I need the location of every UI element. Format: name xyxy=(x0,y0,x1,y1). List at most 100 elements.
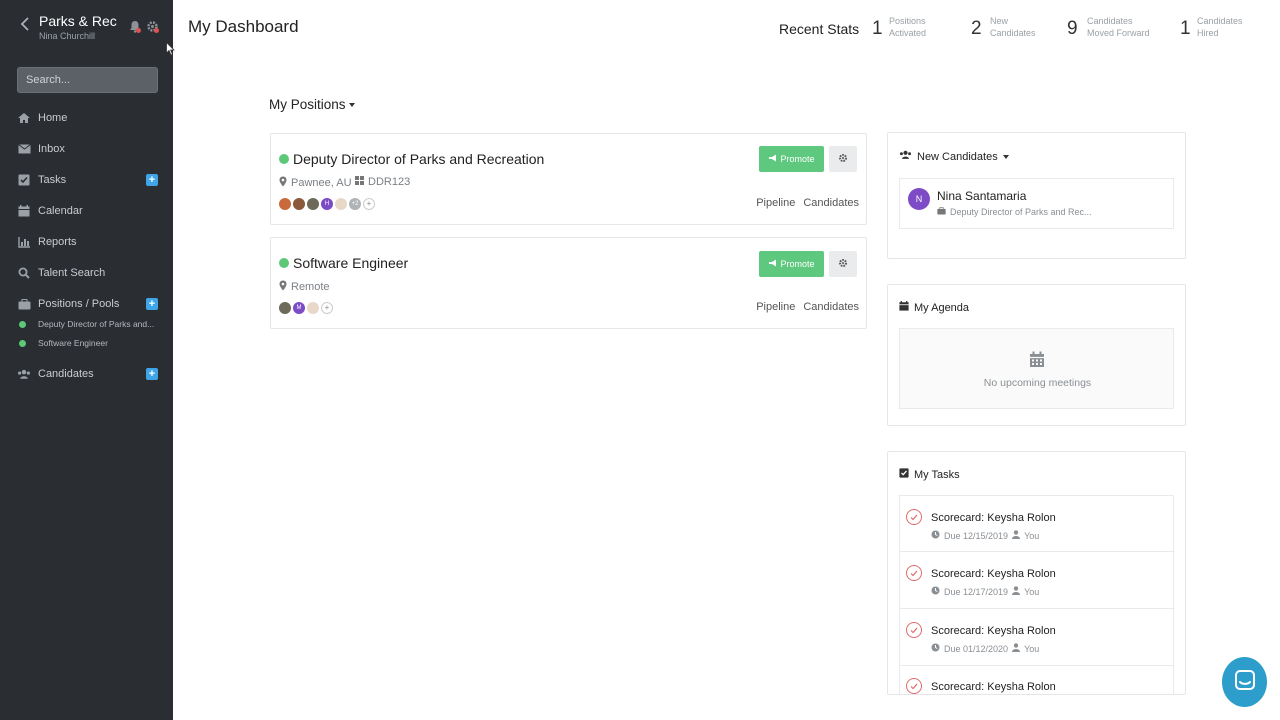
nav-reports[interactable]: Reports xyxy=(0,230,173,254)
nav-home[interactable]: Home xyxy=(0,106,173,130)
position-title[interactable]: Deputy Director of Parks and Recreation xyxy=(293,151,544,167)
sidebar: Parks & Rec Nina Churchill Home Inbox Ta… xyxy=(0,0,173,720)
promote-button[interactable]: Promote xyxy=(759,146,824,172)
position-settings-button[interactable] xyxy=(829,251,857,277)
task-owner: You xyxy=(1024,586,1040,597)
nav-label: Positions / Pools xyxy=(38,298,120,310)
chat-launcher-button[interactable] xyxy=(1222,657,1267,707)
active-status-dot xyxy=(19,321,26,328)
nav-label: Reports xyxy=(38,236,77,248)
nav-label: Candidates xyxy=(38,368,94,380)
gear-icon xyxy=(838,150,848,168)
stat-moved-forward-label: Candidates Moved Forward xyxy=(1087,16,1150,38)
tasks-heading: My Tasks xyxy=(899,468,960,481)
add-task-button[interactable]: + xyxy=(146,174,158,186)
user-icon xyxy=(1012,530,1021,541)
position-title[interactable]: Software Engineer xyxy=(293,255,408,271)
complete-task-check-icon[interactable] xyxy=(906,622,922,638)
active-status-dot xyxy=(279,154,289,164)
task-meta: Due 12/15/2019 You xyxy=(931,530,1039,541)
tasks-title: My Tasks xyxy=(914,468,960,481)
grid-icon xyxy=(355,176,364,188)
megaphone-icon xyxy=(768,154,777,164)
agenda-panel: My Agenda No upcoming meetings xyxy=(887,284,1186,426)
avatar[interactable]: H xyxy=(321,198,333,210)
position-settings-button[interactable] xyxy=(829,146,857,172)
sidebar-position-deputy-director[interactable]: Deputy Director of Parks and... xyxy=(0,317,173,333)
sub-label: Deputy Director of Parks and... xyxy=(38,319,155,329)
add-avatar-button[interactable]: + xyxy=(321,302,333,314)
task-owner: You xyxy=(1024,530,1040,541)
pipeline-link[interactable]: Pipeline xyxy=(756,197,795,209)
nav-talent-search[interactable]: Talent Search xyxy=(0,261,173,285)
avatar[interactable] xyxy=(307,302,319,314)
bell-icon[interactable] xyxy=(129,20,141,38)
home-icon xyxy=(17,111,31,125)
candidate-item[interactable]: N Nina Santamaria Deputy Director of Par… xyxy=(899,178,1174,229)
promote-label: Promote xyxy=(780,154,815,164)
complete-task-check-icon[interactable] xyxy=(906,678,922,694)
avatar[interactable] xyxy=(279,198,291,210)
candidates-link[interactable]: Candidates xyxy=(803,301,859,313)
task-item[interactable]: Scorecard: Keysha Rolon Due 12/17/2019 Y… xyxy=(899,552,1174,609)
map-marker-icon xyxy=(279,280,287,294)
task-item[interactable]: Scorecard: Keysha Rolon Due 01/12/2020 Y… xyxy=(899,609,1174,666)
tasks-panel: My Tasks Scorecard: Keysha Rolon Due 12/… xyxy=(887,451,1186,695)
task-title[interactable]: Scorecard: Keysha Rolon xyxy=(931,512,1056,524)
nav-label: Talent Search xyxy=(38,267,106,279)
complete-task-check-icon[interactable] xyxy=(906,509,922,525)
avatar[interactable] xyxy=(307,198,319,210)
candidate-avatars: M + xyxy=(279,302,333,314)
task-due: Due 01/12/2020 xyxy=(944,643,1009,654)
task-item[interactable]: Scorecard: Keysha Rolon xyxy=(899,665,1174,694)
active-status-dot xyxy=(279,258,289,268)
add-avatar-button[interactable]: + xyxy=(363,198,375,210)
avatar[interactable]: M xyxy=(293,302,305,314)
avatar[interactable] xyxy=(293,198,305,210)
nav-calendar[interactable]: Calendar xyxy=(0,199,173,223)
add-candidate-button[interactable]: + xyxy=(146,368,158,380)
back-chevron-icon[interactable] xyxy=(20,17,30,36)
add-position-button[interactable]: + xyxy=(146,298,158,310)
task-title[interactable]: Scorecard: Keysha Rolon xyxy=(931,568,1056,580)
position-links: Pipeline Candidates xyxy=(756,197,859,209)
sidebar-position-software-engineer[interactable]: Software Engineer xyxy=(0,336,173,352)
task-due: Due 12/17/2019 xyxy=(944,586,1009,597)
task-title[interactable]: Scorecard: Keysha Rolon xyxy=(931,681,1056,693)
stat-positions-activated-value: 1 xyxy=(872,18,883,39)
user-icon xyxy=(1012,586,1021,597)
task-item[interactable]: Scorecard: Keysha Rolon Due 12/15/2019 Y… xyxy=(899,495,1174,552)
search-input[interactable] xyxy=(17,67,158,93)
nav-tasks[interactable]: Tasks + xyxy=(0,168,173,192)
avatar[interactable] xyxy=(279,302,291,314)
candidates-link[interactable]: Candidates xyxy=(803,197,859,209)
nav-candidates[interactable]: Candidates + xyxy=(0,362,173,386)
clock-icon xyxy=(931,586,940,597)
task-title[interactable]: Scorecard: Keysha Rolon xyxy=(931,625,1056,637)
agenda-title: My Agenda xyxy=(914,301,970,314)
position-card-deputy-director[interactable]: Deputy Director of Parks and Recreation … xyxy=(270,133,867,225)
position-card-software-engineer[interactable]: Software Engineer Promote Remote M + Pip… xyxy=(270,237,867,329)
new-candidates-dropdown[interactable]: New Candidates xyxy=(899,150,1009,163)
complete-task-check-icon[interactable] xyxy=(906,565,922,581)
nav-inbox[interactable]: Inbox xyxy=(0,137,173,161)
nav-label: Inbox xyxy=(38,143,65,155)
map-marker-icon xyxy=(279,176,287,190)
caret-down-icon xyxy=(348,102,355,107)
avatar-overflow[interactable]: +2 xyxy=(349,198,361,210)
my-positions-dropdown[interactable]: My Positions xyxy=(269,97,355,112)
avatar[interactable] xyxy=(335,198,347,210)
checkbox-icon xyxy=(899,468,909,481)
settings-gear-icon[interactable] xyxy=(146,20,159,38)
calendar-icon xyxy=(17,204,31,218)
nav-positions-pools[interactable]: Positions / Pools + xyxy=(0,292,173,316)
candidate-name[interactable]: Nina Santamaria xyxy=(937,189,1026,203)
promote-button[interactable]: Promote xyxy=(759,251,824,277)
active-status-dot xyxy=(19,340,26,347)
envelope-icon xyxy=(17,142,31,156)
promote-label: Promote xyxy=(780,259,815,269)
stat-new-candidates-value: 2 xyxy=(971,18,982,39)
position-links: Pipeline Candidates xyxy=(756,301,859,313)
pipeline-link[interactable]: Pipeline xyxy=(756,301,795,313)
notification-dot xyxy=(136,28,141,33)
